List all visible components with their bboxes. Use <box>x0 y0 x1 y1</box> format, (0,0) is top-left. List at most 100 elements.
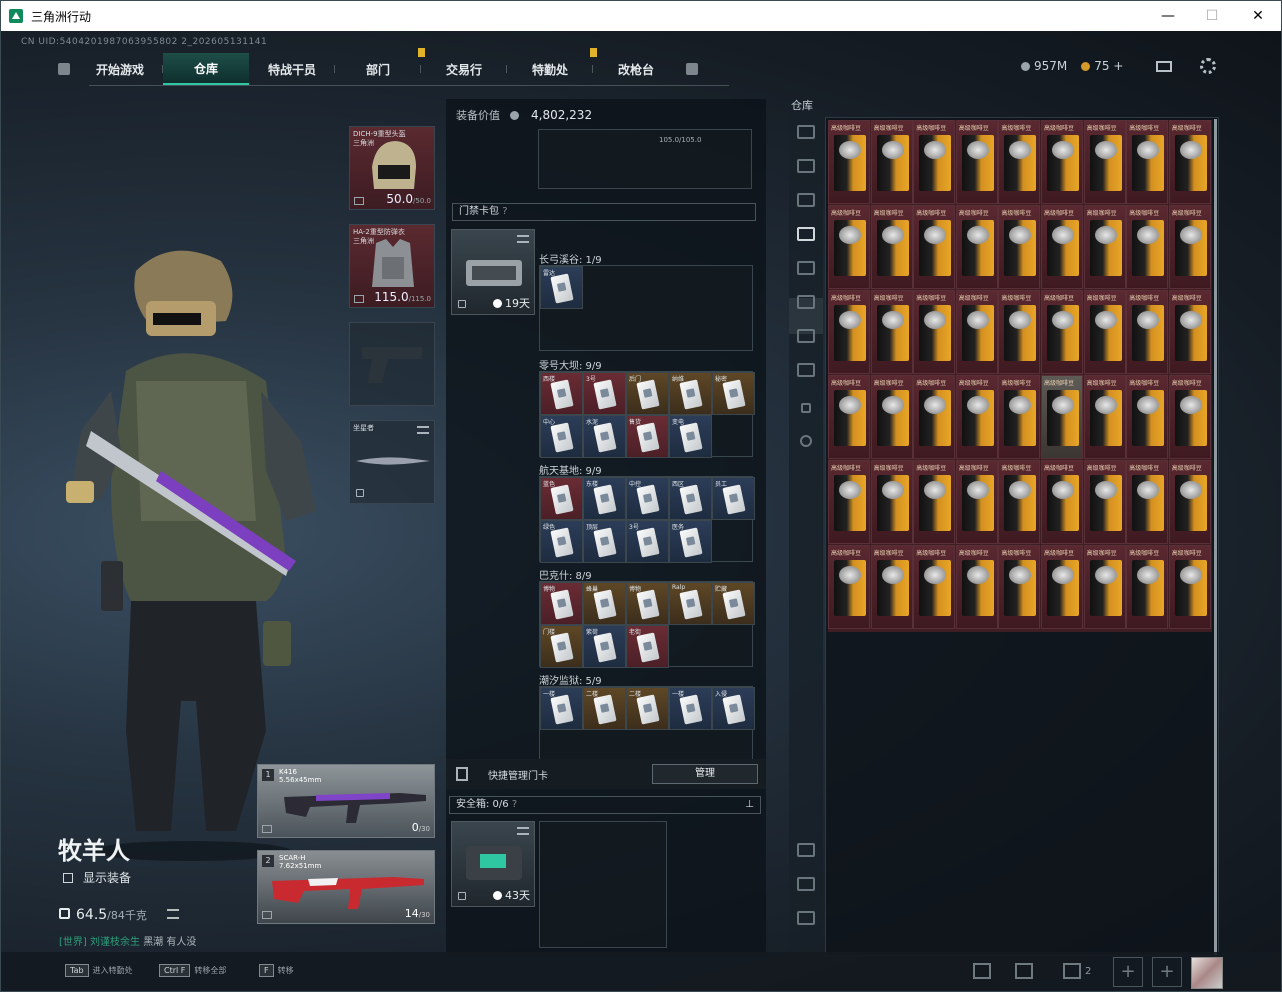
warehouse-item-coffee-beans[interactable]: 高级咖啡豆 <box>828 120 870 204</box>
warehouse-item-coffee-beans[interactable]: 高级咖啡豆 <box>828 375 870 459</box>
warehouse-item-coffee-beans[interactable]: 高级咖啡豆 <box>955 460 998 544</box>
warehouse-item-coffee-beans[interactable]: 高级咖啡豆 <box>1083 375 1126 459</box>
warehouse-item-coffee-beans[interactable]: 高级咖啡豆 <box>1168 375 1211 459</box>
warehouse-item-coffee-beans[interactable]: 高级咖啡豆 <box>870 120 913 204</box>
warehouse-item-coffee-beans[interactable]: 高级咖啡豆 <box>870 375 913 459</box>
maximize-button[interactable]: ☐ <box>1189 1 1235 31</box>
keycard-item[interactable]: 3号 <box>583 372 626 415</box>
warehouse-item-coffee-beans[interactable]: 高级咖啡豆 <box>1041 290 1083 374</box>
keycard-item[interactable]: 中心 <box>540 415 583 458</box>
keycard-item[interactable]: 售货 <box>626 415 669 458</box>
warehouse-item-coffee-beans[interactable]: 高级咖啡豆 <box>913 120 956 204</box>
warehouse-item-coffee-beans[interactable]: 高级咖啡豆 <box>955 545 998 629</box>
warehouse-item-coffee-beans[interactable]: 高级咖啡豆 <box>828 545 870 629</box>
warehouse-item-coffee-beans[interactable]: 高级咖啡豆 <box>1083 460 1126 544</box>
keycard-item[interactable]: 入侵 <box>712 687 755 730</box>
show-equipment-toggle[interactable]: 显示装备 <box>63 869 131 886</box>
keycard-item[interactable]: 西楼 <box>540 372 583 415</box>
keycard-item[interactable]: 门楼 <box>540 625 583 668</box>
warehouse-item-coffee-beans[interactable]: 高级咖啡豆 <box>1083 205 1126 289</box>
add-party-slot-button[interactable]: + <box>1113 957 1143 987</box>
checkbox[interactable] <box>63 872 73 883</box>
close-button[interactable]: ✕ <box>1235 1 1281 31</box>
warehouse-item-coffee-beans[interactable]: 高级咖啡豆 <box>998 545 1041 629</box>
helmet-filter-icon[interactable] <box>797 125 815 139</box>
warehouse-item-coffee-beans[interactable]: 高级咖啡豆 <box>955 120 998 204</box>
keycard-item[interactable]: 绿色 <box>540 520 583 563</box>
layers-icon[interactable] <box>797 877 815 891</box>
armor-slot[interactable]: HA-2重型防弹衣 三角洲 115.0/115.0 <box>349 224 435 308</box>
warehouse-item-coffee-beans[interactable]: 高级咖啡豆 <box>998 205 1041 289</box>
keycard-item[interactable]: 博物 <box>626 582 669 625</box>
pin-icon[interactable]: ⊥ <box>745 797 754 813</box>
keycard-item[interactable]: 后门 <box>626 372 669 415</box>
keycard-item[interactable]: 秘密 <box>712 372 755 415</box>
warehouse-item-coffee-beans[interactable]: 高级咖啡豆 <box>1126 205 1169 289</box>
tab-special-ops[interactable]: 特勤处 <box>507 48 597 85</box>
melee-slot[interactable]: 坐星者 <box>349 420 435 504</box>
tab-market[interactable]: 交易行 <box>421 53 507 85</box>
warehouse-item-coffee-beans[interactable]: 高级咖啡豆 <box>870 545 913 629</box>
keycard-item[interactable]: 博物 <box>540 582 583 625</box>
warehouse-item-coffee-beans[interactable]: 高级咖啡豆 <box>1083 290 1126 374</box>
keycard-item[interactable]: 3号 <box>626 520 669 563</box>
warehouse-item-coffee-beans[interactable]: 高级咖啡豆 <box>998 375 1041 459</box>
manage-button[interactable]: 管理 <box>652 764 758 784</box>
warehouse-item-coffee-beans[interactable]: 高级咖啡豆 <box>1041 205 1083 289</box>
keycard-item[interactable]: 西区 <box>669 477 712 520</box>
primary-weapon-slot[interactable]: 1 K416 5.56x45mm 0/30 <box>257 764 435 838</box>
keycard-item[interactable]: 东楼 <box>583 477 626 520</box>
warehouse-item-coffee-beans[interactable]: 高级咖啡豆 <box>913 545 956 629</box>
list-icon[interactable] <box>167 909 179 919</box>
safe-box-grid[interactable] <box>539 821 667 948</box>
add-party-slot-button[interactable]: + <box>1152 957 1182 987</box>
hint-transfer-all[interactable]: Ctrl F 转移全部 <box>159 964 226 977</box>
lock-filter-icon[interactable] <box>801 403 811 413</box>
mail-icon[interactable] <box>1156 61 1172 72</box>
warehouse-item-coffee-beans[interactable]: 高级咖啡豆 <box>1168 460 1211 544</box>
keycard-item[interactable]: 紫荷 <box>583 625 626 668</box>
swap-icon[interactable] <box>517 827 529 835</box>
warehouse-item-coffee-beans[interactable]: 高级咖啡豆 <box>828 290 870 374</box>
keycard-item[interactable]: 水泥 <box>583 415 626 458</box>
warehouse-item-coffee-beans[interactable]: 高级咖啡豆 <box>998 290 1041 374</box>
secondary-weapon-slot[interactable]: 2 SCAR-H 7.62x51mm 14/30 <box>257 850 435 924</box>
warehouse-item-coffee-beans[interactable]: 高级咖啡豆 <box>1041 120 1083 204</box>
settings-filter-icon[interactable] <box>800 435 812 447</box>
warehouse-item-coffee-beans[interactable]: 高级咖啡豆 <box>998 120 1041 204</box>
collectibles-filter-icon[interactable] <box>797 227 815 241</box>
avatar[interactable] <box>1191 957 1223 989</box>
tab-start-game[interactable]: 开始游戏 <box>77 53 163 85</box>
gold-amount[interactable]: 75 + <box>1094 59 1123 73</box>
warehouse-item-coffee-beans[interactable]: 高级咖啡豆 <box>913 375 956 459</box>
tab-department[interactable]: 部门 <box>335 48 425 85</box>
keycard-item[interactable]: 一楼 <box>669 687 712 730</box>
warehouse-item-coffee-beans[interactable]: 高级咖啡豆 <box>1126 120 1169 204</box>
warehouse-item-coffee-beans[interactable]: 高级咖啡豆 <box>955 375 998 459</box>
container-grid[interactable]: 105.0/105.0 <box>538 129 752 189</box>
keycard-item[interactable]: 二楼 <box>583 687 626 730</box>
medical-filter-icon[interactable] <box>797 261 815 275</box>
nav-prev-icon[interactable] <box>51 53 77 85</box>
tidy-icon[interactable] <box>797 911 815 925</box>
flag-icon[interactable] <box>1015 963 1033 979</box>
warehouse-item-coffee-beans[interactable]: 高级咖啡豆 <box>870 290 913 374</box>
grid-filter-icon[interactable] <box>797 363 815 377</box>
warehouse-item-coffee-beans[interactable]: 高级咖啡豆 <box>870 205 913 289</box>
keycard-item[interactable]: 老街 <box>626 625 669 668</box>
tab-operators[interactable]: 特战干员 <box>249 53 335 85</box>
ammo-filter-icon[interactable] <box>797 193 815 207</box>
minimize-button[interactable]: — <box>1145 1 1191 31</box>
keycard-item[interactable]: 二楼 <box>626 687 669 730</box>
sort-icon[interactable] <box>797 843 815 857</box>
keycard-item[interactable]: 贮藏 <box>712 582 755 625</box>
material-filter-icon[interactable] <box>797 329 815 343</box>
swap-icon[interactable] <box>517 235 529 243</box>
keycard-item[interactable]: 医务 <box>669 520 712 563</box>
tab-gunsmith[interactable]: 改枪台 <box>593 53 679 85</box>
keycard-item[interactable]: 顶层 <box>583 520 626 563</box>
warehouse-item-coffee-beans[interactable]: 高级咖啡豆 <box>913 205 956 289</box>
warehouse-item-coffee-beans[interactable]: 高级咖啡豆 <box>1041 375 1083 459</box>
keycard-item[interactable]: 蓝色 <box>540 477 583 520</box>
weapon-filter-icon[interactable] <box>797 159 815 173</box>
